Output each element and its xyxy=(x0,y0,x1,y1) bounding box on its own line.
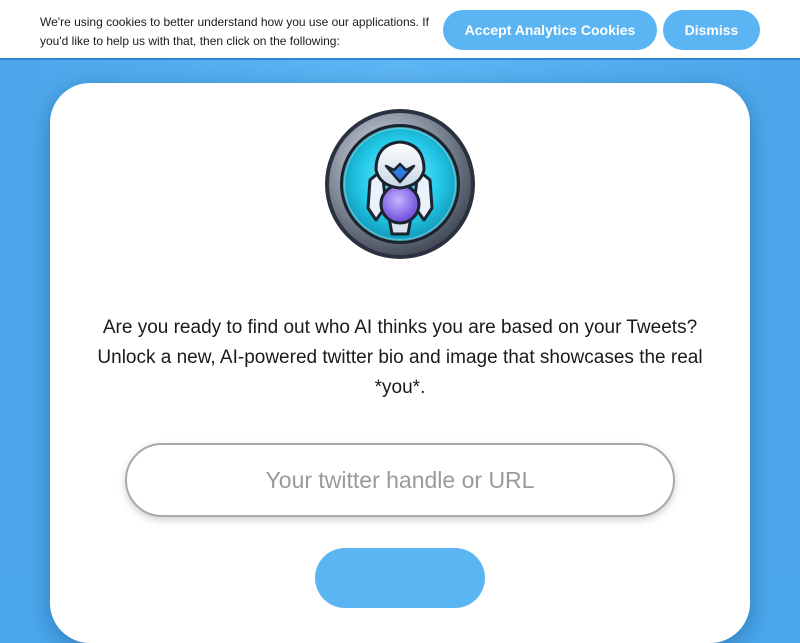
twitter-handle-input[interactable] xyxy=(125,443,675,517)
cookie-banner: We're using cookies to better understand… xyxy=(0,0,800,60)
accept-analytics-cookies-button[interactable]: Accept Analytics Cookies xyxy=(443,10,657,50)
intro-text: Are you ready to find out who AI thinks … xyxy=(97,317,703,398)
robot-avatar-badge-icon xyxy=(325,109,475,259)
cookie-message: We're using cookies to better understand… xyxy=(40,15,429,48)
dismiss-cookies-button[interactable]: Dismiss xyxy=(663,10,760,50)
submit-button[interactable] xyxy=(315,548,485,608)
